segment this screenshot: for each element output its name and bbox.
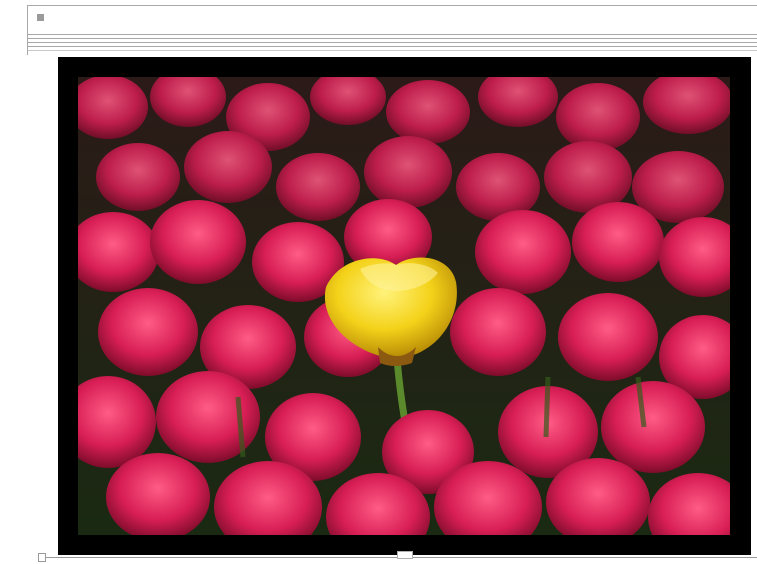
toolbar-rule [28, 42, 757, 43]
image-frame[interactable] [58, 57, 751, 555]
toolbar-rule [28, 50, 757, 51]
tulip-photo[interactable] [78, 77, 730, 535]
small-square-icon[interactable] [37, 14, 44, 21]
toolbar-rule [28, 46, 757, 47]
toolbar-rule [28, 38, 757, 39]
tulip-photo-icon [78, 77, 730, 535]
top-toolbar [27, 5, 757, 55]
resize-handle-icon[interactable] [38, 553, 46, 562]
toolbar-rule [28, 34, 757, 35]
resize-handle-icon[interactable] [397, 551, 413, 559]
